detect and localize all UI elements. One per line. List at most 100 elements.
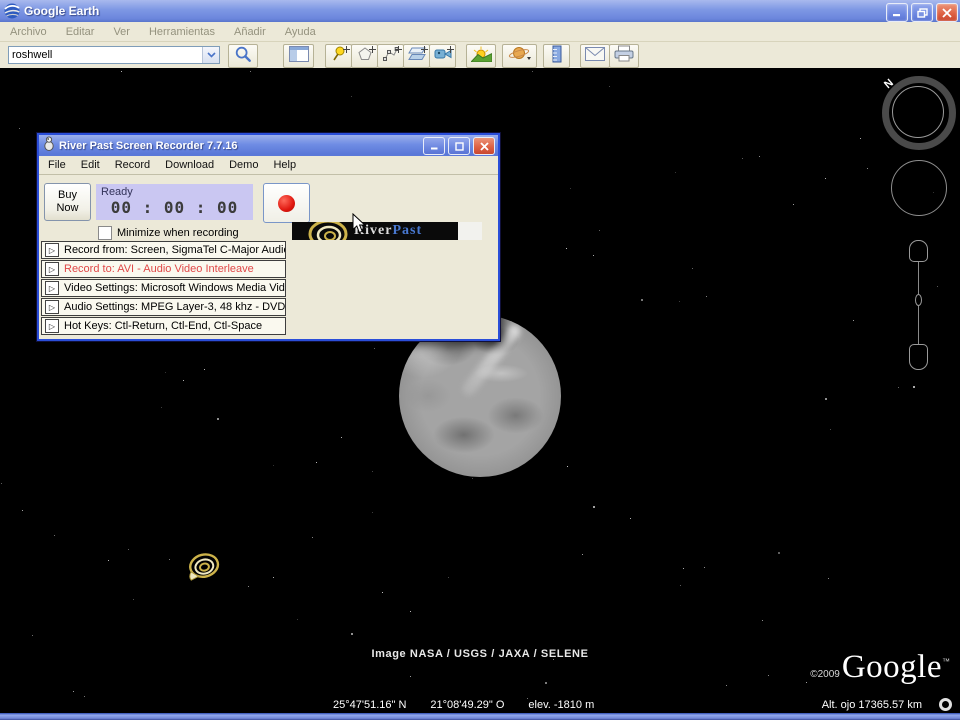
record-button[interactable]: [263, 183, 310, 223]
search-combobox[interactable]: [8, 46, 220, 64]
recorder-menu-download[interactable]: Download: [165, 159, 214, 171]
longitude-value: 21°08'49.29" O: [430, 699, 505, 711]
email-button[interactable]: [580, 44, 610, 68]
google-logo-text: Google: [841, 649, 942, 685]
recorder-app-icon: [43, 136, 55, 156]
zoom-out-button[interactable]: [909, 344, 928, 370]
ruler-icon: [552, 45, 562, 68]
audio-settings-label: Audio Settings: MPEG Layer-3, 48 khz - D…: [64, 301, 285, 313]
menu-anadir[interactable]: Añadir: [234, 26, 266, 38]
menu-ayuda[interactable]: Ayuda: [285, 26, 316, 38]
record-tour-button[interactable]: [429, 44, 456, 68]
google-logo-copyright: ©2009: [810, 669, 840, 680]
hot-keys-label: Hot Keys: Ctl-Return, Ctl-End, Ctl-Space: [64, 320, 263, 332]
riverpast-logo-river: River: [354, 223, 393, 238]
video-settings-label: Video Settings: Microsoft Windows Media …: [64, 282, 285, 294]
expand-arrow-icon[interactable]: ▷: [45, 281, 59, 295]
window-controls: [886, 3, 958, 22]
add-path-button[interactable]: [377, 44, 404, 68]
recorder-status-text: Ready: [101, 186, 133, 198]
ruler-button[interactable]: [543, 44, 570, 68]
riverpast-logo-past: Past: [392, 223, 423, 238]
record-dot-icon: [278, 194, 295, 212]
search-button[interactable]: [228, 44, 258, 68]
email-icon: [585, 46, 605, 66]
recorder-minimize-button[interactable]: [423, 137, 445, 155]
menu-archivo[interactable]: Archivo: [10, 26, 47, 38]
riverpast-logo-panel: RiverPast: [292, 222, 458, 240]
switch-planets-button[interactable]: [502, 44, 537, 68]
menu-herramientas[interactable]: Herramientas: [149, 26, 215, 38]
audio-settings-row[interactable]: ▷ Audio Settings: MPEG Layer-3, 48 khz -…: [41, 298, 286, 316]
river-past-recorder-dialog[interactable]: River Past Screen Recorder 7.7.16 File E…: [36, 132, 501, 342]
google-logo-trademark: ™: [942, 657, 950, 666]
recorder-menu-record[interactable]: Record: [115, 159, 150, 171]
buy-now-button[interactable]: Buy Now: [44, 183, 91, 221]
minimize-when-recording-checkbox[interactable]: [98, 226, 112, 240]
toggle-sidebar-button[interactable]: [283, 44, 314, 68]
buy-now-line2: Now: [56, 202, 79, 214]
close-button[interactable]: [936, 3, 958, 22]
add-polygon-button[interactable]: [351, 44, 378, 68]
riverpast-watermark-icon: [179, 547, 227, 593]
search-dropdown-button[interactable]: [202, 47, 219, 63]
video-settings-row[interactable]: ▷ Video Settings: Microsoft Windows Medi…: [41, 279, 286, 297]
riverpast-logo-endcap: [458, 222, 482, 240]
recorder-menu-help[interactable]: Help: [273, 159, 296, 171]
record-from-row[interactable]: ▷ Record from: Screen, SigmaTel C-Major …: [41, 241, 286, 259]
recorder-menu-demo[interactable]: Demo: [229, 159, 258, 171]
main-toolbar: [0, 42, 960, 69]
recorder-close-button[interactable]: [473, 137, 495, 155]
google-earth-logo-icon: [4, 3, 20, 19]
recorder-maximize-button[interactable]: [448, 137, 470, 155]
minimize-when-recording-row: Minimize when recording: [98, 226, 239, 240]
zoom-slider: [905, 240, 933, 376]
expand-arrow-icon[interactable]: ▷: [45, 262, 59, 276]
status-bar: 25°47'51.16" N 21°08'49.29" O elev. -181…: [0, 698, 960, 713]
plus-badge: [343, 46, 350, 53]
recorder-menu-edit[interactable]: Edit: [81, 159, 100, 171]
coordinates-readout: 25°47'51.16" N 21°08'49.29" O elev. -181…: [333, 699, 594, 711]
restore-button[interactable]: [911, 3, 933, 22]
menu-editar[interactable]: Editar: [66, 26, 95, 38]
riverpast-spiral-icon: [308, 222, 348, 240]
record-from-label: Record from: Screen, SigmaTel C-Major Au…: [64, 244, 285, 256]
zoom-in-button[interactable]: [909, 240, 928, 262]
add-image-overlay-button[interactable]: [403, 44, 430, 68]
look-joystick[interactable]: [891, 160, 947, 216]
streaming-progress-icon: [939, 698, 952, 711]
window-bottom-border: [0, 713, 960, 720]
minimize-when-recording-label: Minimize when recording: [117, 227, 239, 239]
google-logo: ©2009 Google ™: [810, 649, 950, 686]
sunlight-icon: [469, 46, 492, 67]
compass-inner-ring: [892, 86, 944, 138]
recorder-status-display: Ready 00 : 00 : 00: [96, 184, 253, 220]
eye-altitude-value: Alt. ojo 17365.57 km: [821, 699, 922, 711]
main-menubar: Archivo Editar Ver Herramientas Añadir A…: [0, 22, 960, 42]
zoom-handle[interactable]: [915, 294, 922, 306]
window-titlebar[interactable]: Google Earth: [0, 0, 960, 22]
expand-arrow-icon[interactable]: ▷: [45, 243, 59, 257]
window-title: Google Earth: [24, 4, 100, 18]
search-input[interactable]: [9, 48, 202, 62]
plus-badge: [421, 46, 428, 53]
hot-keys-row[interactable]: ▷ Hot Keys: Ctl-Return, Ctl-End, Ctl-Spa…: [41, 317, 286, 335]
print-button[interactable]: [609, 44, 639, 68]
recorder-timer: 00 : 00 : 00: [110, 198, 239, 217]
menu-ver[interactable]: Ver: [113, 26, 130, 38]
expand-arrow-icon[interactable]: ▷: [45, 300, 59, 314]
recorder-titlebar[interactable]: River Past Screen Recorder 7.7.16: [39, 135, 498, 156]
sunlight-button[interactable]: [466, 44, 496, 68]
recorder-menu-file[interactable]: File: [48, 159, 66, 171]
elevation-value: elev. -1810 m: [528, 699, 595, 711]
search-icon: [234, 45, 252, 68]
plus-badge: [395, 46, 402, 53]
sidebar-panels-icon: [288, 45, 309, 67]
record-to-row[interactable]: ▷ Record to: AVI - Audio Video Interleav…: [41, 260, 286, 278]
switch-planets-icon: [508, 45, 532, 67]
expand-arrow-icon[interactable]: ▷: [45, 319, 59, 333]
minimize-button[interactable]: [886, 3, 908, 22]
plus-badge: [447, 46, 454, 53]
buy-now-line1: Buy: [58, 189, 77, 201]
add-placemark-button[interactable]: [325, 44, 352, 68]
